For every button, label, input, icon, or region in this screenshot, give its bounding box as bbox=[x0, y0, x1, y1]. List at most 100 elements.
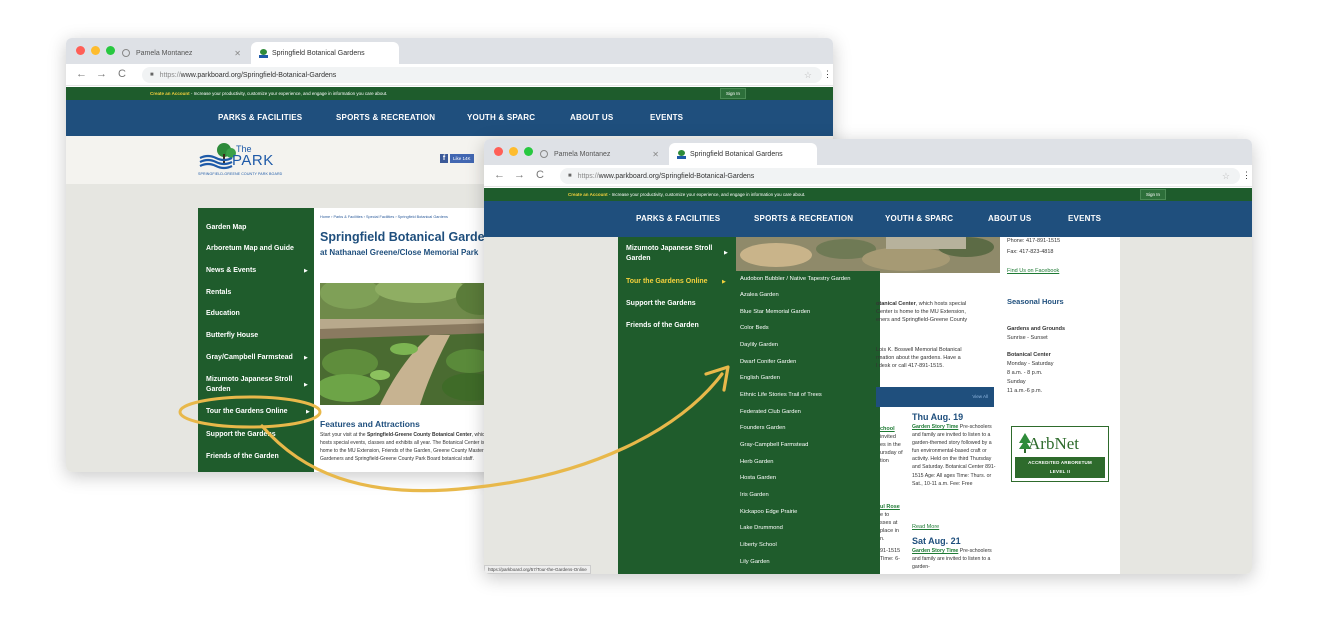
submenu-item[interactable]: Herb Garden bbox=[740, 459, 774, 465]
sidebar-item-mizumoto[interactable]: Mizumoto Japanese Stroll Garden bbox=[206, 375, 304, 395]
sidebar-item-arboretum-map[interactable]: Arboretum Map and Guide bbox=[206, 244, 294, 254]
sidebar-item-mizumoto[interactable]: Mizumoto Japanese Stroll Garden bbox=[626, 244, 724, 264]
event-left-fragment-1[interactable]: chool bbox=[880, 425, 895, 433]
submenu-item[interactable]: Audobon Bubbler / Native Tapestry Garden bbox=[740, 276, 850, 282]
account-prompt: Create an Account - Increase your produc… bbox=[150, 91, 387, 96]
submenu-item[interactable]: English Garden bbox=[740, 375, 780, 381]
browser-menu-icon[interactable]: ⋮ bbox=[1242, 170, 1251, 181]
reload-icon[interactable]: C bbox=[536, 169, 544, 181]
sidebar-item-support[interactable]: Support the Gardens bbox=[206, 430, 276, 440]
left-sidebar: Garden Map Arboretum Map and Guide News … bbox=[198, 208, 314, 472]
back-arrow-icon[interactable]: ← bbox=[76, 68, 87, 80]
nav-about[interactable]: ABOUT US bbox=[570, 113, 613, 122]
submenu-item[interactable]: Federated Club Garden bbox=[740, 409, 801, 415]
desk-fragment: l desk or call 417-891-1515. bbox=[876, 363, 944, 369]
forward-arrow-icon[interactable]: → bbox=[96, 68, 107, 80]
submenu-item[interactable]: Blue Star Memorial Garden bbox=[740, 309, 810, 315]
tab-springfield[interactable]: Springfield Botanical Gardens bbox=[251, 42, 399, 64]
view-all-link[interactable]: View All bbox=[972, 394, 988, 399]
sidebar-item-education[interactable]: Education bbox=[206, 309, 240, 319]
arbnet-badge[interactable]: ArbNet ACCREDITED ARBORETUM LEVEL II bbox=[1011, 426, 1109, 482]
submenu-item[interactable]: Ethnic Life Stories Trail of Trees bbox=[740, 392, 822, 398]
tab-profile[interactable]: Pamela Montanez ✕ bbox=[532, 143, 667, 165]
url-input[interactable]: ■ https:// www.parkboard.org/Springfield… bbox=[142, 67, 822, 83]
bookmark-star-icon[interactable]: ☆ bbox=[1222, 171, 1230, 182]
sidebar-item-rentals[interactable]: Rentals bbox=[206, 288, 231, 298]
park-favicon-icon bbox=[677, 149, 686, 159]
forward-arrow-icon[interactable]: → bbox=[514, 169, 525, 181]
create-account-link[interactable]: Create an Account bbox=[568, 192, 608, 197]
facebook-icon: f bbox=[440, 154, 448, 163]
arbnet-banner: ACCREDITED ARBORETUM LEVEL II bbox=[1015, 457, 1105, 478]
close-tab-icon[interactable]: ✕ bbox=[234, 49, 241, 58]
submenu-item[interactable]: Dwarf Conifer Garden bbox=[740, 359, 796, 365]
sidebar-item-support[interactable]: Support the Gardens bbox=[626, 299, 696, 309]
submenu-item[interactable]: Kickapoo Edge Prairie bbox=[740, 509, 797, 515]
nav-about[interactable]: ABOUT US bbox=[988, 214, 1031, 223]
close-window-icon[interactable] bbox=[76, 46, 85, 55]
sidebar-item-garden-map[interactable]: Garden Map bbox=[206, 223, 246, 233]
nav-sports[interactable]: SPORTS & RECREATION bbox=[754, 214, 853, 223]
mizumoto-arrow-icon: ▶ bbox=[304, 382, 308, 388]
facebook-like-button[interactable]: f Like 14K bbox=[440, 154, 474, 163]
features-paragraph: Start your visit at the Springfield-Gree… bbox=[320, 431, 492, 467]
submenu-item[interactable]: Lily Garden bbox=[740, 559, 770, 565]
submenu-item[interactable]: Iris Garden bbox=[740, 492, 769, 498]
sidebar-item-friends[interactable]: Friends of the Garden bbox=[206, 452, 279, 462]
sidebar-item-news-events[interactable]: News & Events bbox=[206, 266, 256, 276]
submenu-item[interactable]: Azalea Garden bbox=[740, 292, 779, 298]
address-bar: ← → C ■ https:// www.parkboard.org/Sprin… bbox=[66, 64, 833, 86]
account-prompt: Create an Account - Increase your produc… bbox=[568, 192, 805, 197]
minimize-window-icon[interactable] bbox=[509, 147, 518, 156]
sidebar-item-tour-gardens[interactable]: Tour the Gardens Online bbox=[626, 277, 708, 287]
back-arrow-icon[interactable]: ← bbox=[494, 169, 505, 181]
event-2-link[interactable]: Garden Story Time bbox=[912, 548, 958, 554]
nav-parks[interactable]: PARKS & FACILITIES bbox=[636, 214, 720, 223]
tab-springfield[interactable]: Springfield Botanical Gardens bbox=[669, 143, 817, 165]
features-link[interactable]: Springfield-Greene County Botanical Cent… bbox=[367, 432, 472, 438]
nav-youth[interactable]: YOUTH & SPARC bbox=[467, 113, 535, 122]
read-more-link[interactable]: Read More bbox=[912, 524, 939, 530]
create-account-link[interactable]: Create an Account bbox=[150, 91, 190, 96]
features-text-1: Start your visit at the bbox=[320, 432, 366, 438]
event-1-link[interactable]: Garden Story Time bbox=[912, 424, 958, 430]
like-label: Like bbox=[453, 156, 462, 161]
submenu-item[interactable]: Gray-Campbell Farmstead bbox=[740, 442, 808, 448]
event-left-fragment-5: tion bbox=[880, 458, 889, 464]
sidebar-item-farmstead[interactable]: Gray/Campbell Farmstead bbox=[206, 353, 293, 363]
submenu-item[interactable]: Lake Drummond bbox=[740, 525, 783, 531]
sign-in-button[interactable]: Sign In bbox=[720, 88, 746, 99]
submenu-item[interactable]: Founders Garden bbox=[740, 425, 785, 431]
submenu-item[interactable]: Color Beds bbox=[740, 325, 769, 331]
submenu-item[interactable]: Hosta Garden bbox=[740, 475, 776, 481]
event-left-fragment-6[interactable]: ul Rose bbox=[880, 503, 900, 511]
sidebar-item-tour-gardens[interactable]: Tour the Gardens Online bbox=[206, 407, 288, 417]
address-bar: ← → C ■ https:// www.parkboard.org/Sprin… bbox=[484, 165, 1252, 187]
sign-in-button[interactable]: Sign In bbox=[1140, 189, 1166, 200]
reload-icon[interactable]: C bbox=[118, 68, 126, 80]
sidebar-item-friends[interactable]: Friends of the Garden bbox=[626, 321, 699, 331]
sidebar-item-butterfly-house[interactable]: Butterfly House bbox=[206, 331, 258, 341]
tab-active-label: Springfield Botanical Gardens bbox=[690, 150, 783, 158]
nav-parks[interactable]: PARKS & FACILITIES bbox=[218, 113, 302, 122]
account-text: - Increase your productivity, customize … bbox=[189, 91, 388, 96]
submenu-item[interactable]: Daylily Garden bbox=[740, 342, 778, 348]
minimize-window-icon[interactable] bbox=[91, 46, 100, 55]
url-input[interactable]: ■ https:// www.parkboard.org/Springfield… bbox=[560, 168, 1240, 184]
browser-menu-icon[interactable]: ⋮ bbox=[823, 69, 832, 80]
close-tab-icon[interactable]: ✕ bbox=[652, 150, 659, 159]
submenu-item[interactable]: Liberty School bbox=[740, 542, 777, 548]
bookmark-star-icon[interactable]: ☆ bbox=[804, 70, 812, 81]
nav-events[interactable]: EVENTS bbox=[650, 113, 683, 122]
park-logo[interactable]: The PARK SPRINGFIELD-GREENE COUNTY PARK … bbox=[198, 142, 308, 178]
nav-events[interactable]: EVENTS bbox=[1068, 214, 1101, 223]
lock-icon: ■ bbox=[568, 173, 572, 179]
status-url: https://parkboard.org/57/Tour-the-Garden… bbox=[488, 567, 587, 572]
tab-profile[interactable]: Pamela Montanez ✕ bbox=[114, 42, 249, 64]
close-window-icon[interactable] bbox=[494, 147, 503, 156]
mizumoto-arrow-icon: ▶ bbox=[724, 250, 728, 256]
nav-sports[interactable]: SPORTS & RECREATION bbox=[336, 113, 435, 122]
nav-youth[interactable]: YOUTH & SPARC bbox=[885, 214, 953, 223]
facebook-page-link[interactable]: Find Us on Facebook bbox=[1007, 267, 1059, 275]
account-bar: Create an Account - Increase your produc… bbox=[484, 188, 1252, 201]
